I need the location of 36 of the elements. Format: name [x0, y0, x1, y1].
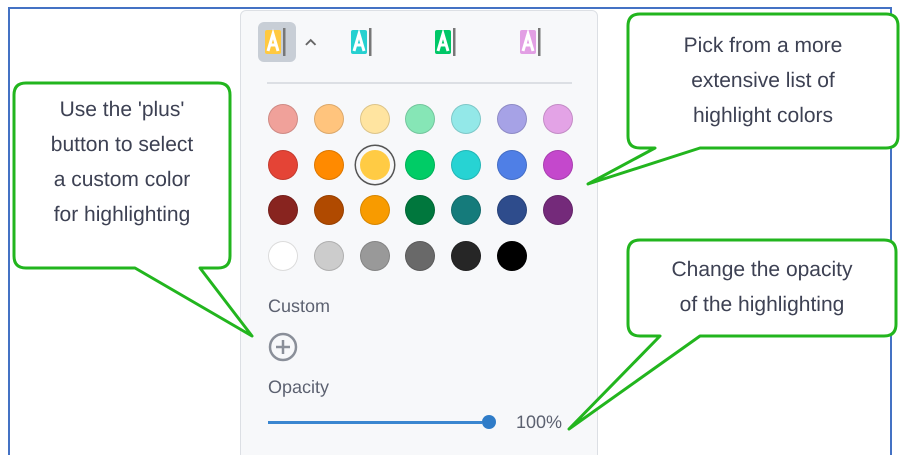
color-swatch[interactable] [314, 195, 344, 226]
callout-text: Pick from a more extensive list of highlight colors [682, 33, 844, 129]
color-swatch[interactable] [268, 150, 298, 180]
color-swatch[interactable] [451, 195, 482, 226]
color-swatch[interactable] [496, 150, 527, 180]
callout-text: Use the 'plus' button to select a custom color for highlighting [50, 97, 194, 228]
color-swatch[interactable] [314, 241, 344, 272]
color-swatch[interactable] [405, 104, 436, 134]
color-swatch[interactable] [360, 195, 390, 226]
color-swatch[interactable] [542, 195, 573, 226]
color-swatch[interactable] [496, 241, 527, 272]
color-swatch[interactable] [360, 104, 390, 134]
color-swatch[interactable] [496, 104, 527, 134]
caret-icon[interactable] [304, 37, 318, 47]
color-swatch[interactable] [451, 150, 482, 180]
color-swatch[interactable] [360, 150, 390, 180]
color-swatch[interactable] [360, 241, 390, 272]
callout-text: Change the opacity of the highlighting [670, 257, 854, 318]
add-icon[interactable] [268, 332, 298, 362]
color-swatch[interactable] [542, 104, 573, 134]
color-swatch[interactable] [314, 104, 344, 134]
color-swatch[interactable] [496, 195, 527, 226]
color-swatch[interactable] [451, 104, 482, 134]
color-swatch[interactable] [268, 104, 298, 134]
opacity-value: 100% [516, 412, 562, 433]
color-swatch[interactable] [268, 241, 298, 272]
color-swatch[interactable] [405, 195, 436, 226]
opacity-label: Opacity [268, 376, 330, 398]
color-swatch[interactable] [405, 241, 436, 272]
highlighter-button[interactable] [258, 22, 296, 62]
color-swatch[interactable] [268, 195, 298, 226]
color-swatch[interactable] [542, 150, 573, 180]
color-swatch[interactable] [405, 150, 436, 180]
color-swatch[interactable] [314, 150, 344, 180]
custom-label: Custom [268, 295, 330, 318]
color-swatch[interactable] [451, 241, 482, 272]
